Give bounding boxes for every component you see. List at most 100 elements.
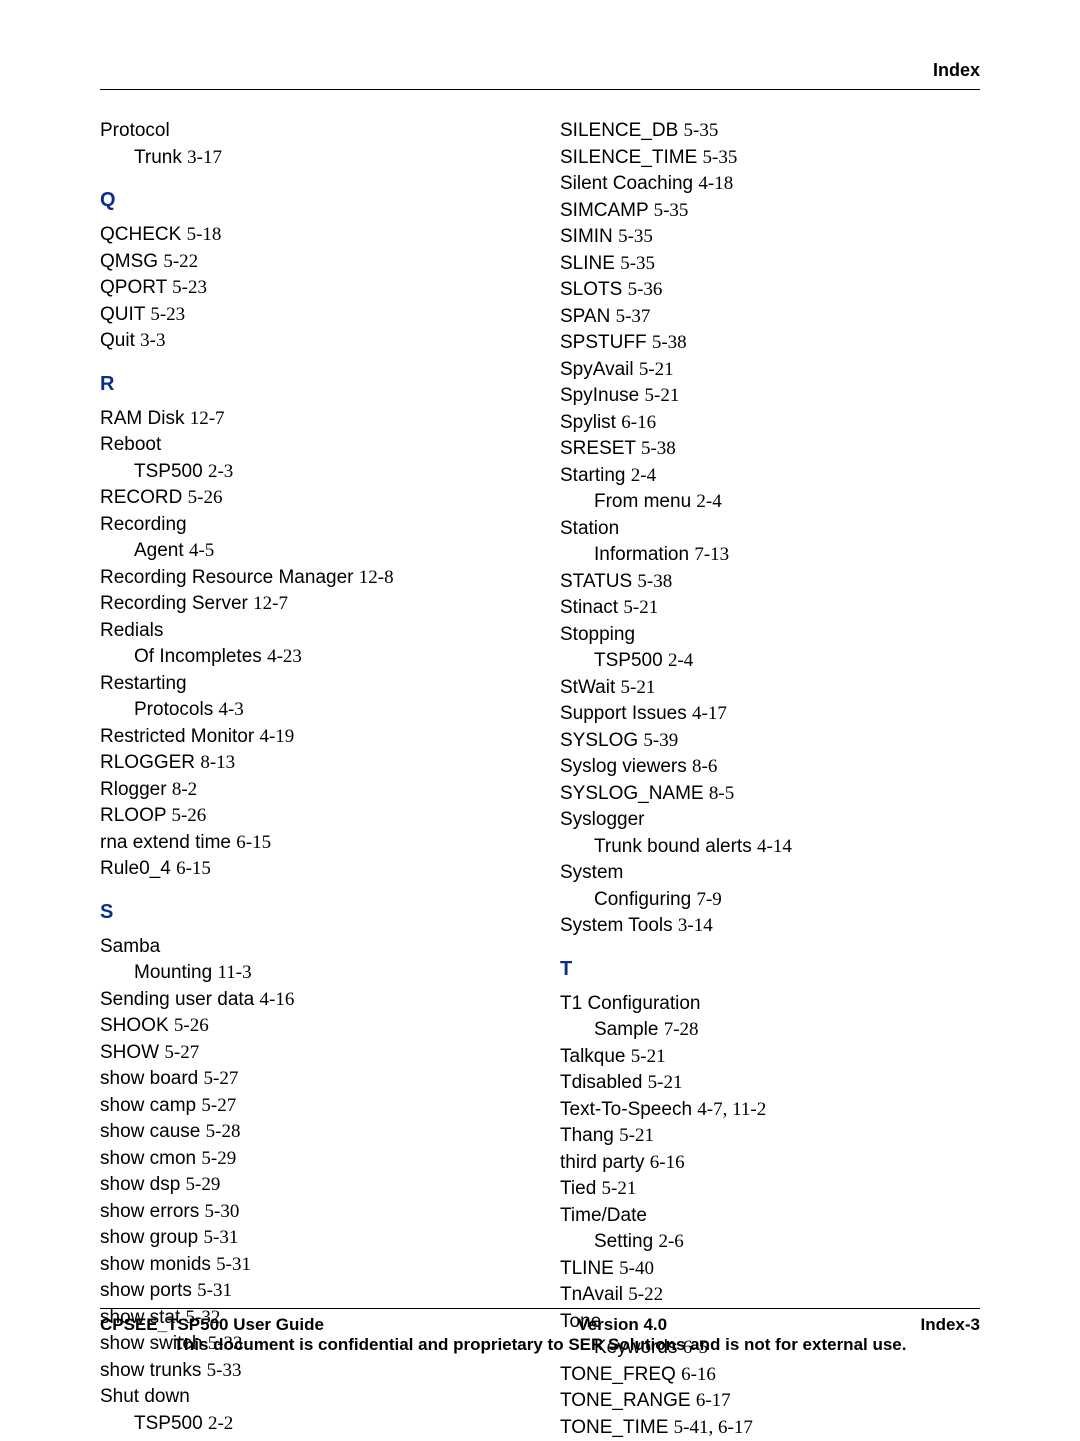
- index-entry: SpyAvail 5-21: [560, 357, 980, 384]
- index-term: RLOGGER: [100, 752, 200, 773]
- index-entry: TnAvail 5-22: [560, 1282, 980, 1309]
- index-term: TnAvail: [560, 1284, 628, 1305]
- index-pageref: 4-17: [692, 703, 727, 724]
- index-term: TLINE: [560, 1258, 619, 1279]
- index-pageref: 5-21: [602, 1178, 637, 1199]
- index-entry: RECORD 5-26: [100, 485, 520, 512]
- index-pageref: 5-33: [207, 1360, 242, 1381]
- index-pageref: 8-5: [709, 783, 734, 804]
- page: Index ProtocolTrunk 3-17QQCHECK 5-18QMSG…: [0, 0, 1080, 1441]
- index-term: show cause: [100, 1121, 206, 1142]
- index-term: Of Incompletes: [134, 646, 267, 667]
- index-term: RECORD: [100, 487, 188, 508]
- index-pageref: 5-30: [205, 1201, 240, 1222]
- index-pageref: 5-29: [201, 1148, 236, 1169]
- index-term: SIMIN: [560, 226, 618, 247]
- index-term: show cmon: [100, 1148, 201, 1169]
- index-pageref: 6-16: [681, 1364, 716, 1385]
- index-entry: TLINE 5-40: [560, 1256, 980, 1283]
- index-entry: Rule0_4 6-15: [100, 856, 520, 883]
- index-pageref: 6-16: [621, 412, 656, 433]
- index-pageref: 3-3: [140, 330, 165, 351]
- index-entry: show board 5-27: [100, 1066, 520, 1093]
- index-pageref: 5-35: [618, 226, 653, 247]
- index-term: TSP500: [134, 1413, 208, 1434]
- index-entry: Syslogger: [560, 807, 980, 834]
- index-pageref: 12-7: [190, 408, 225, 429]
- index-subentry: Setting 2-6: [560, 1229, 980, 1256]
- index-term: Restricted Monitor: [100, 726, 259, 747]
- index-pageref: 6-15: [236, 832, 271, 853]
- header-section-label: Index: [100, 60, 980, 81]
- index-entry: Stopping: [560, 622, 980, 649]
- index-term: rna extend time: [100, 832, 236, 853]
- index-term: SIMCAMP: [560, 200, 654, 221]
- index-pageref: 5-21: [623, 597, 658, 618]
- index-pageref: 5-31: [204, 1227, 239, 1248]
- index-entry: Sending user data 4-16: [100, 987, 520, 1014]
- index-entry: Talkque 5-21: [560, 1044, 980, 1071]
- section-letter: T: [560, 958, 980, 981]
- index-pageref: 5-22: [163, 251, 198, 272]
- index-term: Talkque: [560, 1046, 631, 1067]
- index-pageref: 5-29: [186, 1174, 221, 1195]
- footer-left: CPSEE_TSP500 User Guide: [100, 1315, 324, 1335]
- index-term: show dsp: [100, 1174, 186, 1195]
- index-entry: SIMCAMP 5-35: [560, 198, 980, 225]
- section-letter: S: [100, 901, 520, 924]
- index-term: TONE_FREQ: [560, 1364, 681, 1385]
- index-term: SILENCE_DB: [560, 120, 684, 141]
- index-entry: Reboot: [100, 432, 520, 459]
- index-term: TSP500: [594, 650, 668, 671]
- index-entry: SPSTUFF 5-38: [560, 330, 980, 357]
- index-pageref: 5-40: [619, 1258, 654, 1279]
- index-term: Quit: [100, 330, 140, 351]
- index-entry: Restarting: [100, 671, 520, 698]
- index-pageref: 5-21: [631, 1046, 666, 1067]
- index-pageref: 12-7: [253, 593, 288, 614]
- index-entry: SLOTS 5-36: [560, 277, 980, 304]
- index-pageref: 5-23: [172, 277, 207, 298]
- index-term: Syslog viewers: [560, 756, 692, 777]
- index-term: Sample: [594, 1019, 664, 1040]
- index-entry: TONE_FREQ 6-16: [560, 1362, 980, 1389]
- index-entry: show group 5-31: [100, 1225, 520, 1252]
- index-entry: Recording: [100, 512, 520, 539]
- index-entry: QPORT 5-23: [100, 275, 520, 302]
- index-entry: TONE_TIME 5-41, 6-17: [560, 1415, 980, 1441]
- index-entry: Protocol: [100, 118, 520, 145]
- index-pageref: 4-16: [260, 989, 295, 1010]
- index-pageref: 6-16: [650, 1152, 685, 1173]
- index-term: Setting: [594, 1231, 658, 1252]
- index-entry: StWait 5-21: [560, 675, 980, 702]
- index-entry: Time/Date: [560, 1203, 980, 1230]
- index-pageref: 4-23: [267, 646, 302, 667]
- index-pageref: 5-21: [645, 385, 680, 406]
- index-entry: rna extend time 6-15: [100, 830, 520, 857]
- index-term: System Tools: [560, 915, 678, 936]
- index-subentry: TSP500 2-3: [100, 459, 520, 486]
- index-columns: ProtocolTrunk 3-17QQCHECK 5-18QMSG 5-22Q…: [100, 118, 980, 1441]
- index-term: SHOOK: [100, 1015, 174, 1036]
- index-term: SLINE: [560, 253, 620, 274]
- index-term: QMSG: [100, 251, 163, 272]
- index-pageref: 7-9: [696, 889, 721, 910]
- index-entry: Thang 5-21: [560, 1123, 980, 1150]
- index-entry: third party 6-16: [560, 1150, 980, 1177]
- index-term: Rule0_4: [100, 858, 176, 879]
- index-pageref: 12-8: [359, 567, 394, 588]
- index-term: SYSLOG: [560, 730, 643, 751]
- index-pageref: 5-26: [171, 805, 206, 826]
- index-term: Support Issues: [560, 703, 692, 724]
- index-term: RAM Disk: [100, 408, 190, 429]
- index-term: From menu: [594, 491, 696, 512]
- index-pageref: 5-21: [648, 1072, 683, 1093]
- index-pageref: 5-21: [639, 359, 674, 380]
- index-term: show board: [100, 1068, 204, 1089]
- index-pageref: 5-37: [616, 306, 651, 327]
- index-pageref: 5-22: [628, 1284, 663, 1305]
- index-entry: Recording Server 12-7: [100, 591, 520, 618]
- index-pageref: 2-2: [208, 1413, 233, 1434]
- index-entry: System: [560, 860, 980, 887]
- index-entry: Restricted Monitor 4-19: [100, 724, 520, 751]
